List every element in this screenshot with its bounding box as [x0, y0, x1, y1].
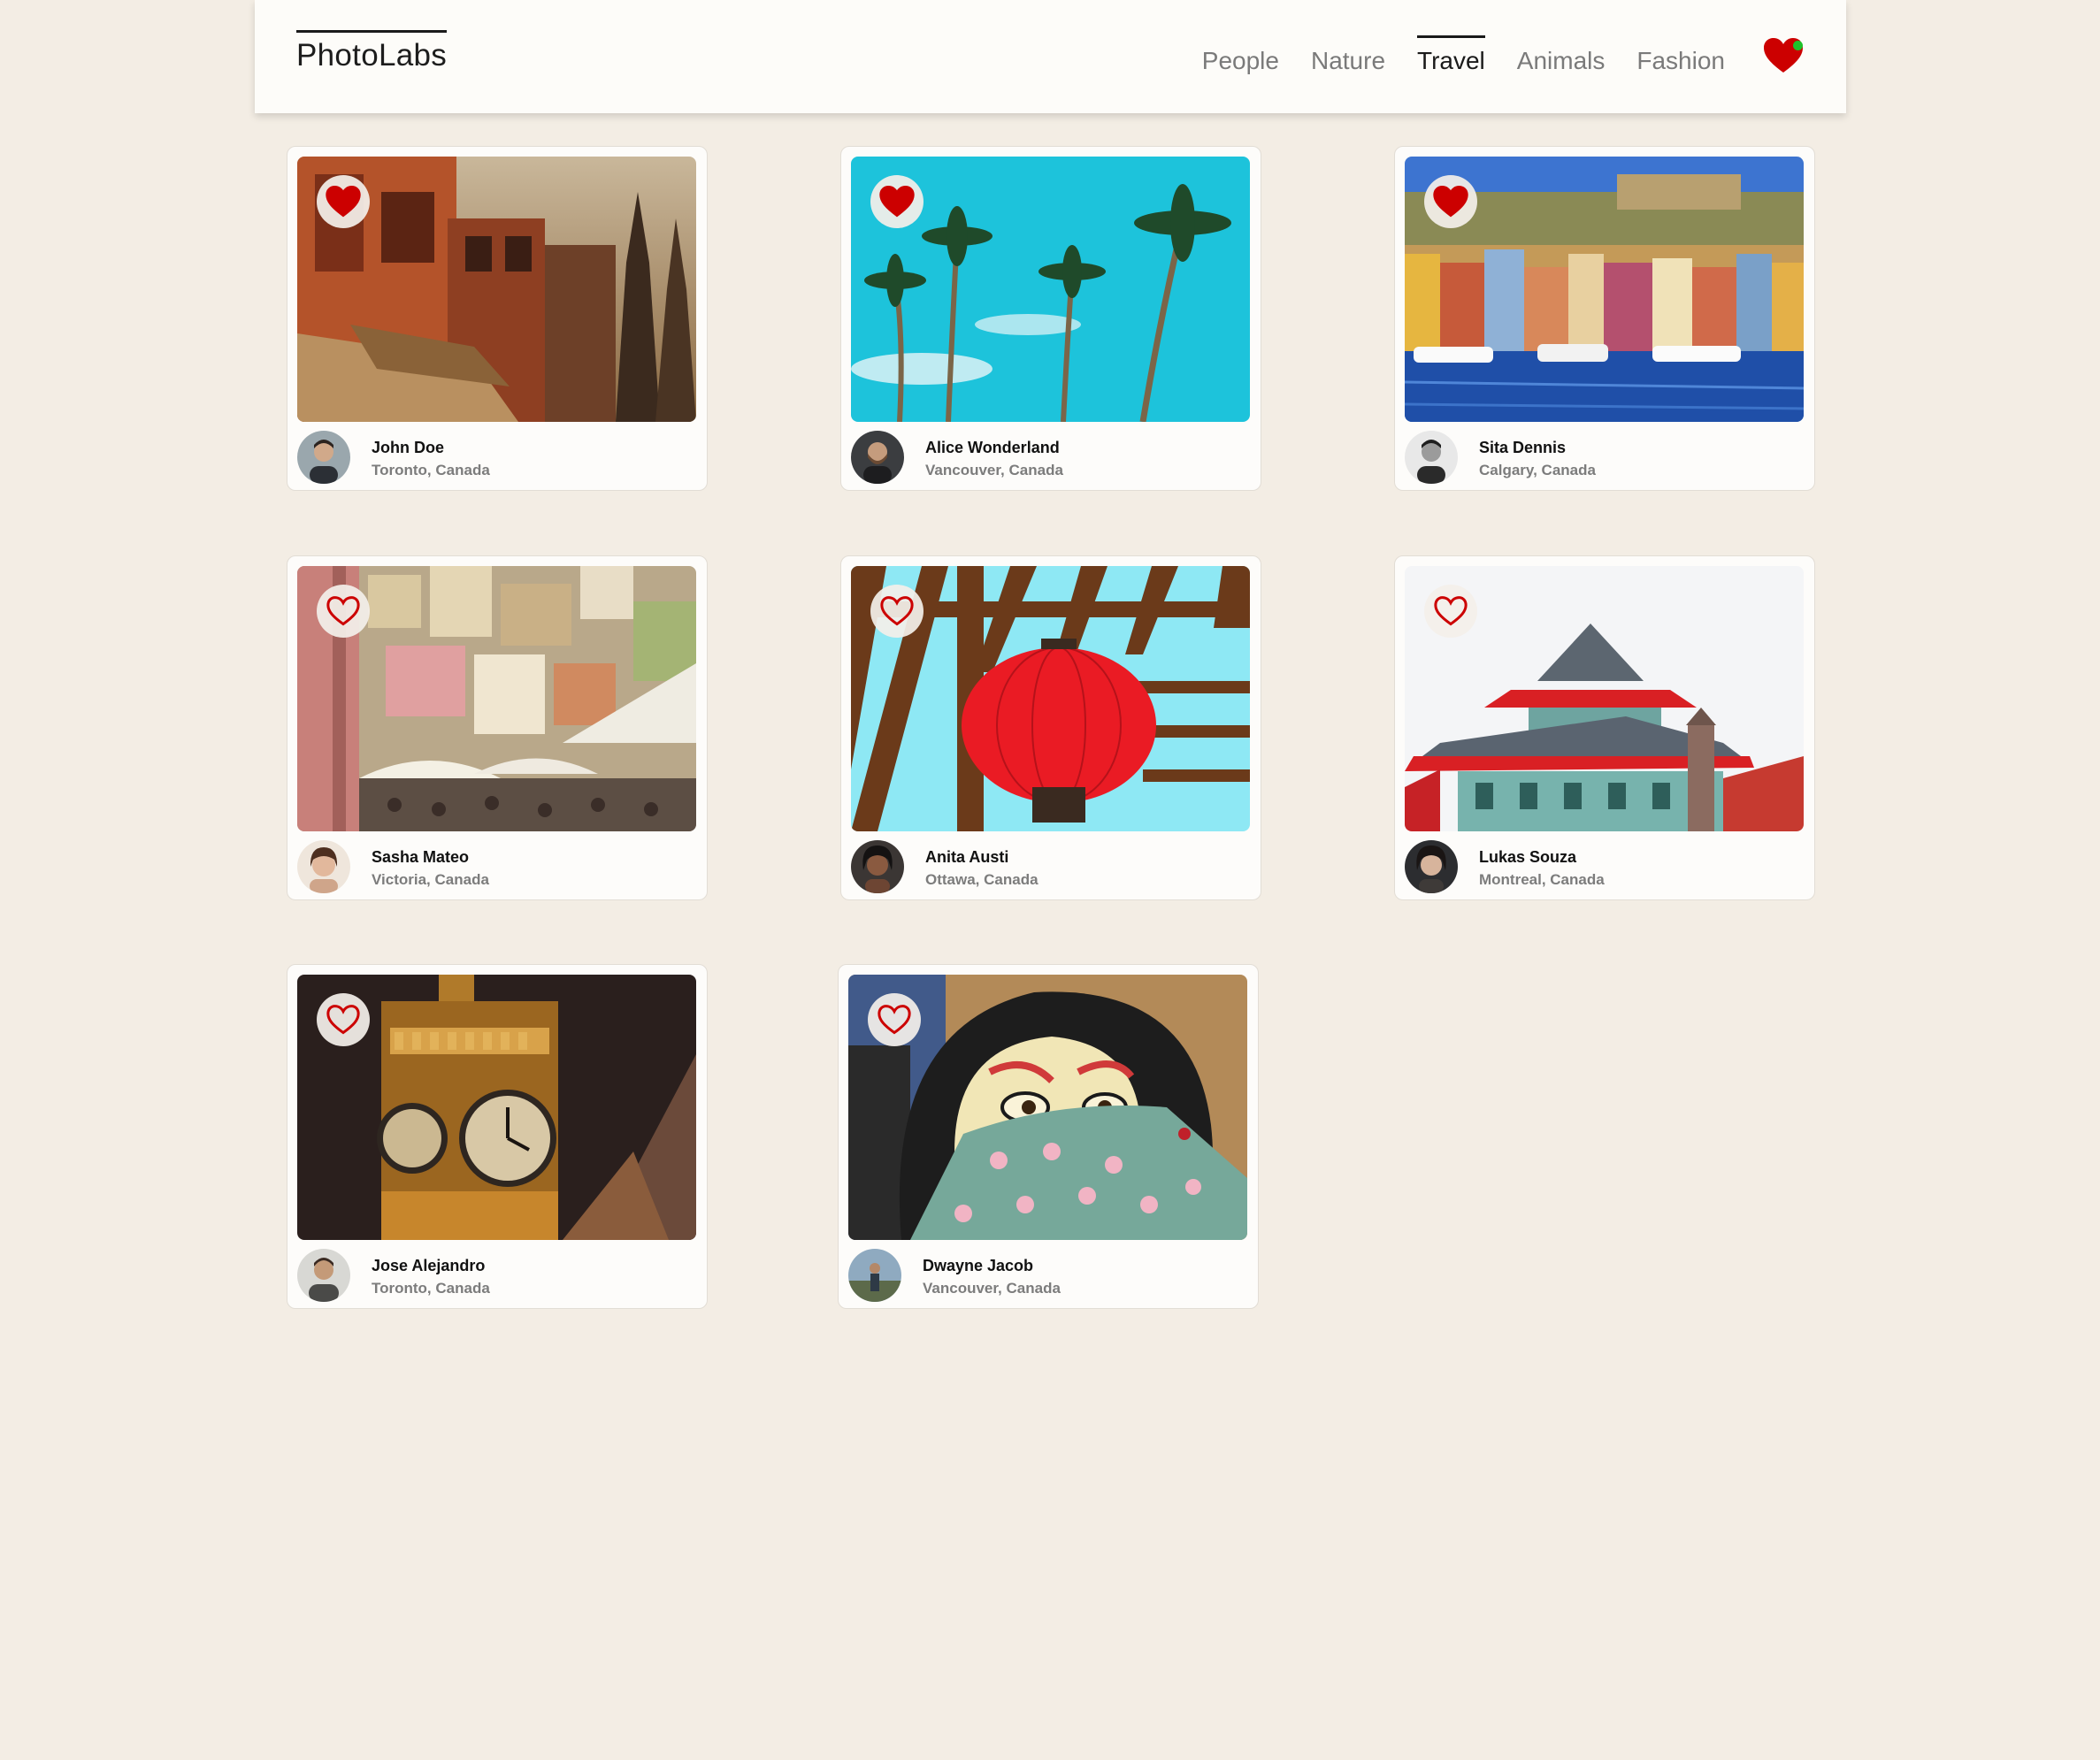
photographer-profile: Jose Alejandro Toronto, Canada	[297, 1247, 696, 1302]
favorite-button[interactable]	[1424, 585, 1477, 638]
heart-icon	[326, 186, 361, 218]
notification-dot	[1793, 41, 1803, 50]
photo-card[interactable]: Alice Wonderland Vancouver, Canada	[840, 146, 1261, 491]
photo-clock-tower[interactable]	[297, 975, 696, 1240]
photo-palm-trees[interactable]	[851, 157, 1250, 422]
photographer-name: Anita Austi	[925, 848, 1009, 866]
topic-list: People Nature Travel Animals Fashion	[1202, 35, 1725, 80]
photo-hillside-town[interactable]	[297, 566, 696, 831]
photo-card[interactable]: John Doe Toronto, Canada	[287, 146, 708, 491]
heart-outline-icon	[326, 596, 360, 626]
photo-card[interactable]: Dwayne Jacob Vancouver, Canada	[838, 964, 1259, 1309]
photo-harbor[interactable]	[1405, 157, 1804, 422]
heart-outline-icon	[880, 596, 914, 626]
avatar	[297, 840, 350, 893]
avatar	[297, 1249, 350, 1302]
favorite-button[interactable]	[870, 175, 924, 228]
avatar	[1405, 431, 1458, 484]
photographer-profile: Lukas Souza Montreal, Canada	[1405, 838, 1804, 893]
top-navigation-bar: PhotoLabs People Nature Travel Animals F…	[255, 0, 1846, 113]
favorites-badge[interactable]	[1763, 37, 1804, 74]
avatar	[851, 431, 904, 484]
topic-people[interactable]: People	[1202, 35, 1279, 77]
favorite-button[interactable]	[317, 993, 370, 1046]
avatar	[851, 840, 904, 893]
heart-outline-icon	[878, 1005, 911, 1035]
topic-nature[interactable]: Nature	[1311, 35, 1385, 77]
heart-icon	[1433, 186, 1468, 218]
photographer-name: John Doe	[372, 439, 445, 456]
favorite-button[interactable]	[317, 585, 370, 638]
photo-street-buildings[interactable]	[297, 157, 696, 422]
heart-icon	[879, 186, 915, 218]
photo-card[interactable]: Sasha Mateo Victoria, Canada	[287, 555, 708, 900]
photographer-location: Vancouver, Canada	[923, 1280, 1061, 1297]
photographer-name: Dwayne Jacob	[923, 1257, 1034, 1274]
avatar	[848, 1249, 901, 1302]
photographer-profile: Anita Austi Ottawa, Canada	[851, 838, 1250, 893]
app-logo[interactable]: PhotoLabs	[296, 30, 448, 76]
photographer-name: Lukas Souza	[1479, 848, 1577, 866]
photographer-profile: Sasha Mateo Victoria, Canada	[297, 838, 696, 893]
photo-geisha-mural[interactable]	[848, 975, 1247, 1240]
photographer-name: Sita Dennis	[1479, 439, 1567, 456]
photographer-location: Montreal, Canada	[1479, 871, 1605, 888]
photographer-location: Calgary, Canada	[1479, 462, 1596, 478]
photo-card[interactable]: Anita Austi Ottawa, Canada	[840, 555, 1261, 900]
favorite-button[interactable]	[1424, 175, 1477, 228]
photolabs-page: PhotoLabs People Nature Travel Animals F…	[0, 0, 2100, 1760]
photographer-profile: Sita Dennis Calgary, Canada	[1405, 429, 1804, 484]
favorite-button[interactable]	[870, 585, 924, 638]
photo-pagoda[interactable]	[1405, 566, 1804, 831]
photo-card[interactable]: Sita Dennis Calgary, Canada	[1394, 146, 1815, 491]
heart-outline-icon	[1434, 596, 1468, 626]
photographer-name: Alice Wonderland	[925, 439, 1060, 456]
photographer-location: Toronto, Canada	[372, 462, 490, 478]
topic-fashion[interactable]: Fashion	[1636, 35, 1725, 77]
photographer-name: Jose Alejandro	[372, 1257, 486, 1274]
topic-animals[interactable]: Animals	[1517, 35, 1606, 77]
photo-red-lantern[interactable]	[851, 566, 1250, 831]
heart-outline-icon	[326, 1005, 360, 1035]
photographer-profile: Dwayne Jacob Vancouver, Canada	[848, 1247, 1247, 1302]
photographer-location: Toronto, Canada	[372, 1280, 490, 1297]
favorite-button[interactable]	[317, 175, 370, 228]
photographer-profile: Alice Wonderland Vancouver, Canada	[851, 429, 1250, 484]
avatar	[1405, 840, 1458, 893]
photographer-location: Vancouver, Canada	[925, 462, 1063, 478]
photographer-location: Victoria, Canada	[372, 871, 489, 888]
photographer-name: Sasha Mateo	[372, 848, 470, 866]
topic-travel[interactable]: Travel	[1417, 35, 1485, 77]
photo-card[interactable]: Lukas Souza Montreal, Canada	[1394, 555, 1815, 900]
photographer-location: Ottawa, Canada	[925, 871, 1039, 888]
photographer-profile: John Doe Toronto, Canada	[297, 429, 696, 484]
avatar	[297, 431, 350, 484]
favorite-button[interactable]	[868, 993, 921, 1046]
photo-card[interactable]: Jose Alejandro Toronto, Canada	[287, 964, 708, 1309]
